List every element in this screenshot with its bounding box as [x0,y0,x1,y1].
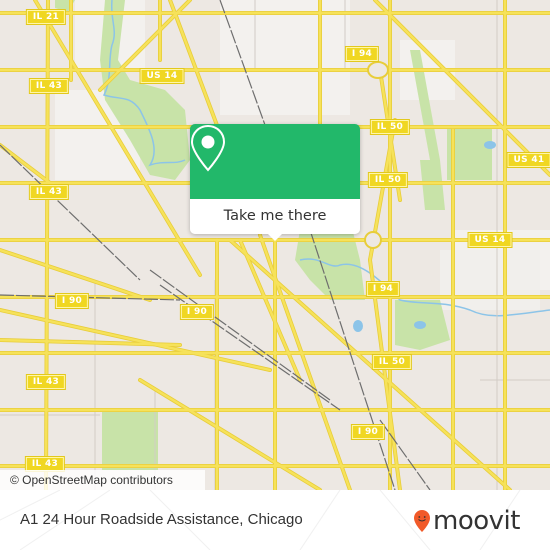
route-shield: I 90 [351,425,385,439]
route-shield: IL 50 [368,173,408,187]
route-shield: US 41 [507,153,550,167]
route-shield: I 90 [55,294,89,308]
popup-header[interactable] [190,124,360,199]
park [102,412,158,470]
route-shield: I 94 [366,282,400,296]
map-attribution[interactable]: © OpenStreetMap contributors [0,470,205,490]
moovit-logo[interactable]: moovit [413,504,520,538]
moovit-wordmark: moovit [433,506,520,536]
route-shield: I 94 [345,47,379,61]
map-canvas [0,0,550,490]
route-shield: IL 50 [372,355,412,369]
route-shield: IL 43 [29,79,69,93]
route-shield: IL 50 [370,120,410,134]
location-popup[interactable]: Take me there [190,124,360,241]
place-name: A1 24 Hour Roadside Assistance, Chicago [20,511,303,528]
route-shield: IL 43 [26,375,66,389]
route-shield: IL 43 [29,185,69,199]
map[interactable]: IL 21 US 14 I 94 IL 43 IL 50 US 41 IL 43… [0,0,550,490]
route-shield: US 14 [140,69,184,83]
route-shield: IL 21 [26,10,66,24]
take-me-there-button[interactable]: Take me there [190,199,360,234]
route-shield: I 90 [180,305,214,319]
map-pin-icon [190,124,226,172]
popup-pointer [267,233,283,241]
route-shield: US 14 [468,233,512,247]
footer: A1 24 Hour Roadside Assistance, Chicago … [0,490,550,550]
moovit-pin-icon [414,510,430,532]
route-shield: IL 43 [25,457,65,471]
